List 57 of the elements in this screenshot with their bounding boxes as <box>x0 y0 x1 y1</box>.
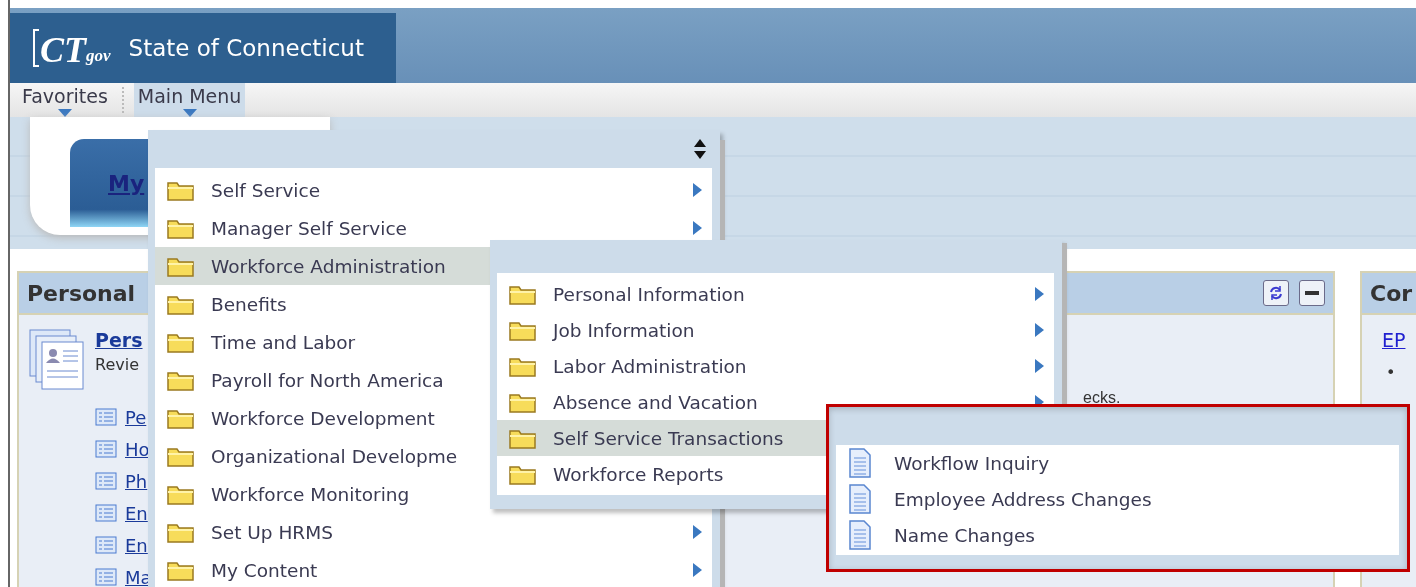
menu-item[interactable]: My Content <box>155 551 712 587</box>
section-link[interactable]: Pers <box>95 329 143 351</box>
bracket-icon <box>30 28 40 68</box>
refresh-button[interactable] <box>1263 280 1289 306</box>
folder-icon <box>167 255 195 277</box>
page-link[interactable]: En <box>125 502 148 524</box>
folder-icon <box>167 483 195 505</box>
folder-icon <box>509 427 537 449</box>
menu-item[interactable]: Self Service <box>155 171 712 209</box>
scroll-up-down-icon[interactable] <box>694 139 706 159</box>
menu-item[interactable]: Absence and Vacation <box>497 384 1054 420</box>
logo: CTgov <box>30 28 111 68</box>
folder-icon <box>167 331 195 353</box>
folder-icon <box>167 445 195 467</box>
menu-item[interactable]: Set Up HRMS <box>155 513 712 551</box>
folder-icon <box>509 319 537 341</box>
folder-icon <box>167 293 195 315</box>
nav-menu[interactable]: Favorites <box>18 83 112 117</box>
bullet: • <box>1386 363 1397 382</box>
list-icon <box>95 504 117 522</box>
list-icon <box>95 536 117 554</box>
folder-icon <box>509 355 537 377</box>
folder-icon <box>509 391 537 413</box>
menu-item[interactable]: Manager Self Service <box>155 209 712 247</box>
document-icon <box>848 448 872 478</box>
page-link[interactable]: En <box>125 534 148 556</box>
menu-item[interactable]: Labor Administration <box>497 348 1054 384</box>
section-description: Revie <box>95 355 140 374</box>
folder-icon <box>167 407 195 429</box>
menu-item[interactable]: Employee Address Changes <box>836 481 1399 517</box>
folder-icon <box>167 369 195 391</box>
document-icon <box>848 484 872 514</box>
folder-icon <box>167 217 195 239</box>
panel-text: ecks. <box>1083 389 1122 407</box>
panel-title: Personal <box>27 280 136 306</box>
folder-icon <box>167 521 195 543</box>
folder-icon <box>509 463 537 485</box>
panel-title: Cor <box>1370 280 1413 306</box>
page-link[interactable]: Pe <box>125 406 147 428</box>
list-icon <box>95 472 117 490</box>
folder-icon <box>509 283 537 305</box>
list-icon <box>95 408 117 426</box>
page-link[interactable]: Ph <box>125 470 148 492</box>
minimize-button[interactable] <box>1299 280 1325 306</box>
folder-icon <box>167 559 195 581</box>
menu-item[interactable]: Job Information <box>497 312 1054 348</box>
profile-card-icon <box>29 329 85 391</box>
page-link[interactable]: Ho <box>125 438 150 460</box>
section-link[interactable]: EP <box>1382 329 1416 351</box>
folder-icon <box>167 179 195 201</box>
document-icon <box>848 520 872 550</box>
list-icon <box>95 440 117 458</box>
minus-icon <box>1305 291 1319 295</box>
menu-item[interactable]: Name Changes <box>836 517 1399 553</box>
nav-menu[interactable]: Main Menu <box>133 83 246 117</box>
site-title: State of Connecticut <box>128 35 364 61</box>
refresh-icon <box>1268 285 1284 301</box>
